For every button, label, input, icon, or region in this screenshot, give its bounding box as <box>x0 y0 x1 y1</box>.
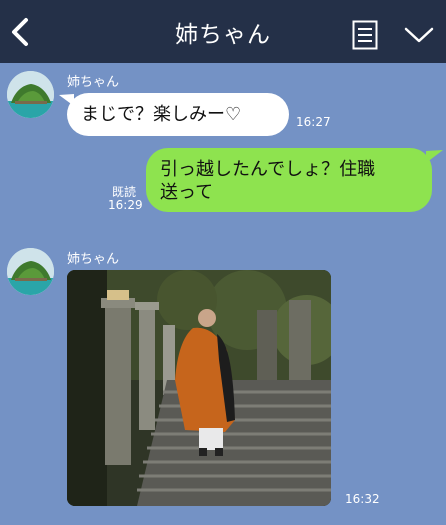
message-text: まじで？楽しみー♡ <box>81 104 242 125</box>
avatar[interactable] <box>7 248 54 295</box>
chat-title: 姉ちゃん <box>175 22 271 48</box>
sender-name: 姉ちゃん <box>67 75 120 90</box>
message-time: 16:32 <box>345 492 380 506</box>
monk-on-stairs-image <box>67 270 331 506</box>
note-list-icon[interactable] <box>352 20 378 50</box>
bubble-tail <box>426 150 443 163</box>
shared-photo[interactable] <box>67 270 331 506</box>
message-bubble[interactable]: まじで？楽しみー♡ <box>67 93 289 136</box>
message-text-line: 送って <box>160 182 214 203</box>
message-time: 16:27 <box>296 115 331 129</box>
chevron-down-icon[interactable] <box>404 26 434 44</box>
sender-name: 姉ちゃん <box>67 252 120 267</box>
avatar[interactable] <box>7 71 54 118</box>
island-avatar-image <box>7 248 54 295</box>
message-bubble-outgoing[interactable]: 引っ越したんでしょ？住職 送って <box>146 148 432 212</box>
island-avatar-image <box>7 71 54 118</box>
message-time: 16:29 <box>108 198 143 212</box>
chat-header: 姉ちゃん <box>0 0 446 63</box>
message-text-line: 引っ越したんでしょ？住職 <box>160 159 376 180</box>
